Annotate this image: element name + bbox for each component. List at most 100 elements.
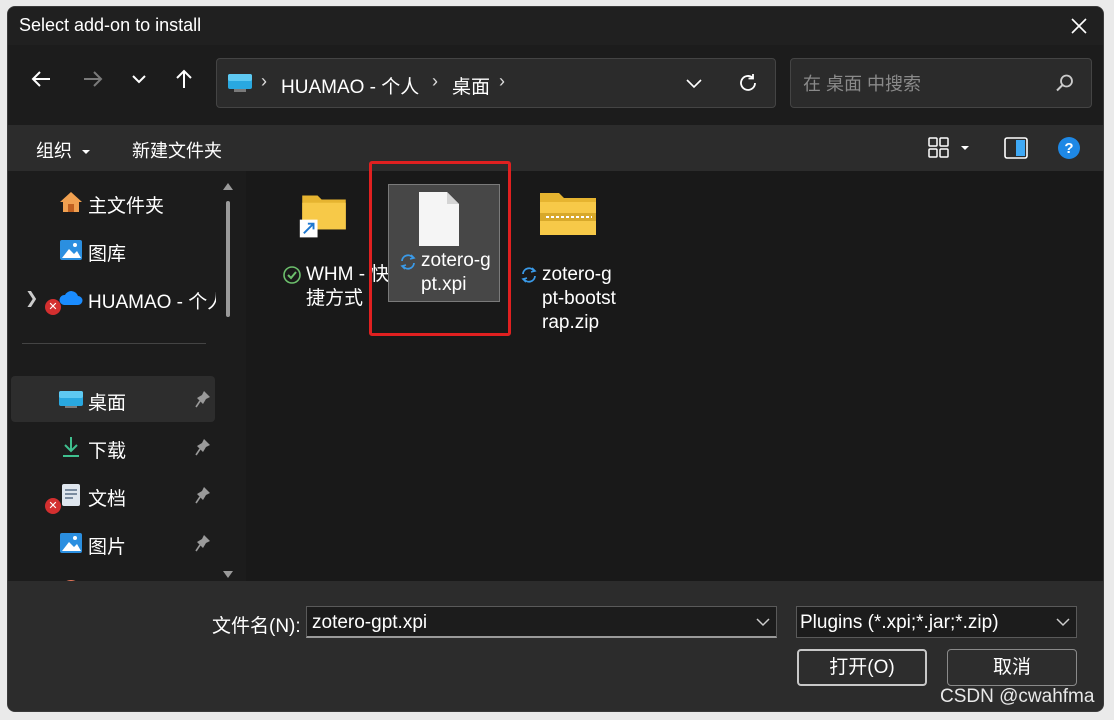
refresh-button[interactable]	[731, 66, 765, 100]
navigation-pane: 主文件夹 图库 ❯ ✕ HUAMAO - 个人 桌面 下载 ✕ 文档 图片	[8, 171, 246, 581]
download-icon	[63, 437, 79, 457]
dialog-title: Select add-on to install	[19, 15, 202, 35]
sidebar-item-music[interactable]: 音乐	[11, 568, 215, 581]
scroll-thumb[interactable]	[226, 201, 230, 317]
pin-icon[interactable]	[195, 438, 211, 456]
open-button[interactable]: 打开(O)	[797, 649, 927, 686]
search-icon[interactable]	[1055, 73, 1075, 93]
desktop-icon	[59, 391, 83, 408]
recent-locations-button[interactable]	[121, 61, 157, 97]
up-button[interactable]	[166, 61, 202, 97]
command-toolbar: 组织 新建文件夹 ?	[8, 125, 1103, 171]
sidebar-item-label: 下载	[88, 441, 127, 462]
breadcrumb-item-desktop[interactable]: 桌面	[452, 72, 490, 99]
sidebar-divider	[22, 343, 206, 344]
close-button[interactable]	[1063, 11, 1095, 41]
sidebar-item-label: HUAMAO - 个人	[88, 292, 216, 313]
chevron-down-icon	[1056, 618, 1070, 627]
help-icon: ?	[1058, 137, 1080, 159]
document-icon	[62, 484, 80, 506]
error-badge-icon: ✕	[45, 498, 61, 514]
chevron-down-icon	[686, 79, 702, 89]
caret-down-icon	[82, 150, 91, 155]
back-button[interactable]	[23, 61, 59, 97]
onedrive-icon	[59, 291, 83, 305]
preview-pane-icon	[1004, 137, 1028, 159]
sidebar-item-downloads[interactable]: 下载	[11, 424, 215, 470]
file-item-zotero-gpt-xpi[interactable]: zotero-gpt.xpi	[388, 184, 500, 302]
pin-icon[interactable]	[195, 390, 211, 408]
navigation-bar: › HUAMAO - 个人 › 桌面 ›	[8, 45, 1103, 125]
sidebar-item-pictures[interactable]: 图片	[11, 520, 215, 566]
refresh-icon	[740, 74, 756, 91]
sidebar-item-gallery[interactable]: 图库	[11, 227, 215, 273]
sidebar-item-label: 文档	[88, 489, 127, 510]
sidebar-item-desktop[interactable]: 桌面	[11, 376, 215, 422]
sidebar-item-home[interactable]: 主文件夹	[11, 179, 215, 225]
address-bar[interactable]: › HUAMAO - 个人 › 桌面 ›	[216, 58, 776, 108]
forward-button[interactable]	[75, 61, 111, 97]
sidebar-scrollbar[interactable]	[221, 179, 235, 579]
chevron-down-icon	[132, 75, 146, 84]
file-item-whm-shortcut[interactable]: WHM - 快捷方式	[274, 185, 389, 309]
file-name: zotero-gpt-bootstrap.zip	[542, 264, 616, 333]
filename-combobox	[306, 606, 777, 638]
arrow-left-icon	[31, 71, 50, 87]
cancel-button[interactable]: 取消	[947, 649, 1077, 686]
filename-label: 文件名(N):	[212, 616, 301, 637]
sidebar-item-label: 桌面	[88, 393, 127, 414]
chevron-down-icon[interactable]	[756, 615, 770, 629]
pin-icon[interactable]	[195, 486, 211, 504]
file-name: WHM - 快捷方式	[306, 264, 390, 309]
chevron-right-icon[interactable]: ❯	[25, 288, 38, 308]
organize-label: 组织	[36, 141, 72, 161]
sidebar-item-onedrive[interactable]: ❯ ✕ HUAMAO - 个人	[11, 275, 216, 321]
arrow-up-icon	[176, 69, 192, 88]
grid-view-icon	[928, 137, 949, 158]
watermark-text: CSDN @cwahfma	[940, 686, 1095, 707]
scroll-down-icon[interactable]	[223, 571, 233, 578]
file-item-zotero-gpt-bootstrap-zip[interactable]: zotero-gpt-bootstrap.zip	[512, 185, 624, 355]
organize-menu[interactable]: 组织	[36, 137, 91, 163]
new-folder-button[interactable]: 新建文件夹	[132, 137, 222, 163]
pin-icon[interactable]	[195, 534, 211, 552]
file-name: zotero-gpt.xpi	[421, 250, 491, 295]
syncing-icon	[400, 254, 416, 270]
sidebar-item-label: 主文件夹	[88, 196, 165, 217]
breadcrumb-separator: ›	[432, 71, 438, 91]
folder-shortcut-icon	[299, 195, 346, 238]
error-badge-icon: ✕	[45, 299, 61, 315]
desktop-icon	[228, 74, 252, 92]
file-list: WHM - 快捷方式 zotero-gpt.xpi zotero-gpt-boo…	[246, 161, 1103, 581]
zip-folder-icon	[540, 193, 596, 235]
breadcrumb-separator: ›	[261, 71, 267, 91]
file-open-dialog: Select add-on to install › HUAMAO - 个人 ›…	[7, 6, 1104, 712]
pictures-icon	[60, 533, 82, 553]
file-type-filter-value: Plugins (*.xpi;*.jar;*.zip)	[800, 612, 999, 633]
breadcrumb-item-onedrive[interactable]: HUAMAO - 个人	[281, 72, 419, 99]
arrow-right-icon	[84, 71, 103, 87]
address-history-dropdown[interactable]	[677, 66, 711, 100]
title-bar: Select add-on to install	[8, 7, 1103, 45]
close-icon	[1071, 18, 1087, 34]
bottom-panel: 文件名(N): Plugins (*.xpi;*.jar;*.zip) 打开(O…	[8, 581, 1103, 711]
filename-input[interactable]	[310, 611, 744, 635]
svg-text:?: ?	[1064, 140, 1073, 157]
home-icon	[60, 192, 82, 212]
breadcrumb-separator: ›	[499, 71, 505, 91]
scroll-up-icon[interactable]	[223, 183, 233, 190]
search-box	[790, 58, 1092, 108]
help-button[interactable]: ?	[1056, 135, 1082, 161]
syncing-icon	[521, 267, 537, 283]
gallery-icon	[60, 240, 82, 260]
file-type-filter-select[interactable]: Plugins (*.xpi;*.jar;*.zip)	[796, 606, 1077, 638]
caret-down-icon	[961, 146, 969, 150]
synced-check-icon	[283, 266, 301, 284]
preview-pane-button[interactable]	[1003, 135, 1029, 161]
view-options-dropdown[interactable]	[956, 135, 974, 161]
sidebar-item-label: 图库	[88, 244, 127, 265]
view-options-button[interactable]	[926, 135, 952, 161]
sidebar-item-label: 图片	[88, 537, 127, 558]
sidebar-item-documents[interactable]: ✕ 文档	[11, 472, 215, 518]
search-input[interactable]	[801, 71, 1050, 97]
